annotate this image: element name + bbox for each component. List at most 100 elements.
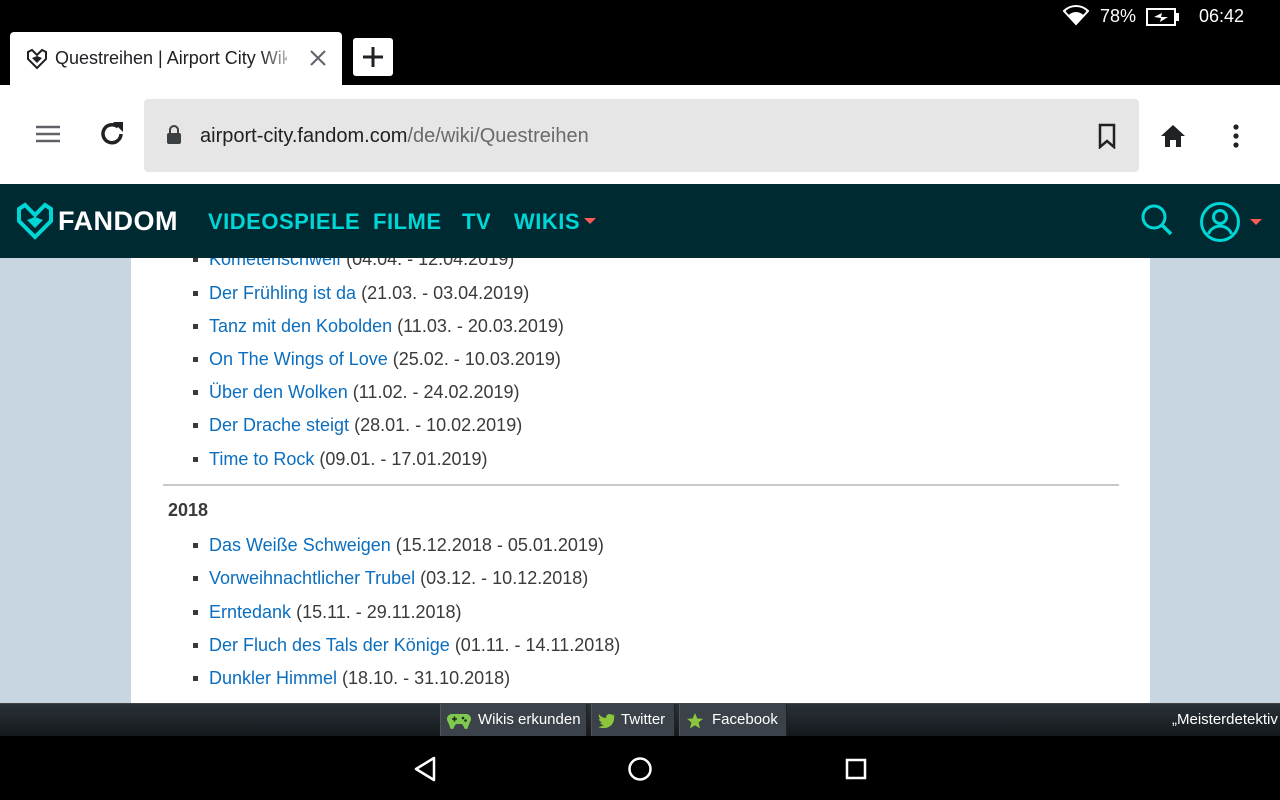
list-item: Der Fluch des Tals der Könige (01.11. - … xyxy=(193,635,621,656)
quest-dates: (11.03. - 20.03.2019) xyxy=(397,316,564,336)
url-text: airport-city.fandom.com/de/wiki/Questrei… xyxy=(200,125,589,148)
url-path: /de/wiki/Questreihen xyxy=(407,125,589,147)
plus-icon xyxy=(363,47,383,67)
bullet xyxy=(193,258,198,262)
tab-title-fade xyxy=(260,42,300,74)
section-divider xyxy=(163,484,1119,486)
quest-dates: (15.11. - 29.11.2018) xyxy=(296,602,462,622)
bookmark-icon[interactable] xyxy=(1098,123,1116,149)
list-item: Tanz mit den Kobolden (11.03. - 20.03.20… xyxy=(193,316,564,337)
battery-charging-icon xyxy=(1146,8,1179,26)
chevron-down-icon[interactable] xyxy=(584,218,596,224)
user-avatar-icon[interactable] xyxy=(1199,201,1241,243)
browser-toolbar: airport-city.fandom.com/de/wiki/Questrei… xyxy=(0,85,1280,184)
quest-dates: (09.01. - 17.01.2019) xyxy=(319,449,488,469)
page-viewport: Kometenschweif (04.04. - 12.04.2019) Der… xyxy=(0,258,1280,703)
bullet xyxy=(193,543,198,548)
year-heading: 2018 xyxy=(168,500,209,520)
nav-videospiele[interactable]: VIDEOSPIELE xyxy=(208,209,360,235)
list-item: Über den Wolken (11.02. - 24.02.2019) xyxy=(193,382,520,403)
star-icon xyxy=(687,713,703,729)
quest-dates: (11.02. - 24.02.2019) xyxy=(352,382,520,402)
twitter-icon xyxy=(598,714,615,728)
back-icon[interactable] xyxy=(413,756,437,782)
new-tab-button[interactable] xyxy=(353,38,393,76)
quest-dates: (21.03. - 03.04.2019) xyxy=(361,283,530,303)
recent-apps-icon[interactable] xyxy=(845,758,867,780)
quest-link[interactable]: Der Frühling ist da xyxy=(209,283,356,303)
fandom-logo-icon[interactable] xyxy=(16,202,54,240)
reload-icon[interactable] xyxy=(96,118,128,150)
bullet xyxy=(193,390,198,395)
bullet xyxy=(193,576,198,581)
bullet xyxy=(193,457,198,462)
android-navigation-bar xyxy=(0,736,1280,800)
quest-dates: (03.12. - 10.12.2018) xyxy=(420,568,589,588)
quest-link[interactable]: Dunkler Himmel xyxy=(209,668,337,688)
fandom-favicon-icon xyxy=(27,48,47,70)
article-content: Kometenschweif (04.04. - 12.04.2019) Der… xyxy=(131,258,1150,703)
list-item: Das Weiße Schweigen (15.12.2018 - 05.01.… xyxy=(193,535,604,556)
quest-dates: (18.10. - 31.10.2018) xyxy=(342,668,511,688)
clock: 06:42 xyxy=(1199,6,1245,26)
menu-icon[interactable] xyxy=(34,123,62,145)
quest-dates: (28.01. - 10.02.2019) xyxy=(354,415,523,435)
home-circle-icon[interactable] xyxy=(627,756,653,782)
quest-link[interactable]: Erntedank xyxy=(209,602,291,622)
quest-dates: (15.12.2018 - 05.01.2019) xyxy=(395,535,604,555)
tab-title: Questreihen | Airport City Wiki xyxy=(55,48,287,68)
more-vert-icon[interactable] xyxy=(1228,123,1244,149)
quest-link[interactable]: Das Weiße Schweigen xyxy=(209,535,391,555)
quest-dates: (01.11. - 14.11.2018) xyxy=(454,635,621,655)
list-item: Kometenschweif (04.04. - 12.04.2019) xyxy=(193,258,515,270)
search-icon[interactable] xyxy=(1140,203,1174,237)
quest-link[interactable]: Tanz mit den Kobolden xyxy=(209,316,392,336)
quest-dates: (25.02. - 10.03.2019) xyxy=(392,349,561,369)
close-tab-icon[interactable] xyxy=(308,48,328,68)
nav-wikis[interactable]: WIKIS xyxy=(514,209,580,235)
lock-icon xyxy=(167,125,181,144)
quest-link[interactable]: On The Wings of Love xyxy=(209,349,388,369)
explore-wikis-button[interactable]: Wikis erkunden xyxy=(440,704,587,737)
quest-link[interactable]: Vorweihnachtlicher Trubel xyxy=(209,568,415,588)
status-bar: 78% 06:42 xyxy=(0,0,1280,32)
twitter-button[interactable]: Twitter xyxy=(591,704,675,737)
explore-wikis-label: Wikis erkunden xyxy=(478,711,581,728)
bullet xyxy=(193,643,198,648)
browser-tab[interactable]: Questreihen | Airport City Wiki xyxy=(10,32,342,85)
fandom-footer-toolbar: Wikis erkunden Twitter Facebook „Meister… xyxy=(0,703,1280,737)
facebook-button[interactable]: Facebook xyxy=(679,704,787,737)
bullet xyxy=(193,610,198,615)
bullet xyxy=(193,291,198,296)
battery-percent: 78% xyxy=(1100,6,1137,26)
url-host: airport-city.fandom.com xyxy=(200,125,408,147)
bullet xyxy=(193,423,198,428)
quest-link[interactable]: Kometenschweif xyxy=(209,258,341,269)
address-bar[interactable]: airport-city.fandom.com/de/wiki/Questrei… xyxy=(144,99,1139,172)
bullet xyxy=(193,676,198,681)
quest-link[interactable]: Über den Wolken xyxy=(209,382,348,402)
list-item: Der Frühling ist da (21.03. - 03.04.2019… xyxy=(193,283,530,304)
nav-tv[interactable]: TV xyxy=(462,209,491,235)
twitter-label: Twitter xyxy=(621,711,666,728)
home-icon[interactable] xyxy=(1159,123,1187,149)
list-item: Vorweihnachtlicher Trubel (03.12. - 10.1… xyxy=(193,568,589,589)
wifi-icon xyxy=(1062,5,1090,26)
quest-dates: (04.04. - 12.04.2019) xyxy=(346,258,515,269)
fandom-global-nav: FANDOM VIDEOSPIELE FILME TV WIKIS xyxy=(0,184,1280,258)
list-item: Time to Rock (09.01. - 17.01.2019) xyxy=(193,449,488,470)
bullet xyxy=(193,357,198,362)
user-menu-chevron-icon[interactable] xyxy=(1250,219,1262,225)
bullet xyxy=(193,324,198,329)
quest-link[interactable]: Der Drache steigt xyxy=(209,415,349,435)
facebook-label: Facebook xyxy=(712,711,778,728)
nav-filme[interactable]: FILME xyxy=(373,209,442,235)
list-item: Der Drache steigt (28.01. - 10.02.2019) xyxy=(193,415,523,436)
quest-link[interactable]: Time to Rock xyxy=(209,449,314,469)
gamepad-icon xyxy=(447,714,471,729)
quest-link[interactable]: Der Fluch des Tals der Könige xyxy=(209,635,450,655)
list-item: Erntedank (15.11. - 29.11.2018) xyxy=(193,602,462,623)
fandom-logo-text[interactable]: FANDOM xyxy=(58,206,178,237)
footer-notification-text[interactable]: „Meisterdetektiv xyxy=(1172,711,1278,728)
list-item: Dunkler Himmel (18.10. - 31.10.2018) xyxy=(193,668,511,689)
